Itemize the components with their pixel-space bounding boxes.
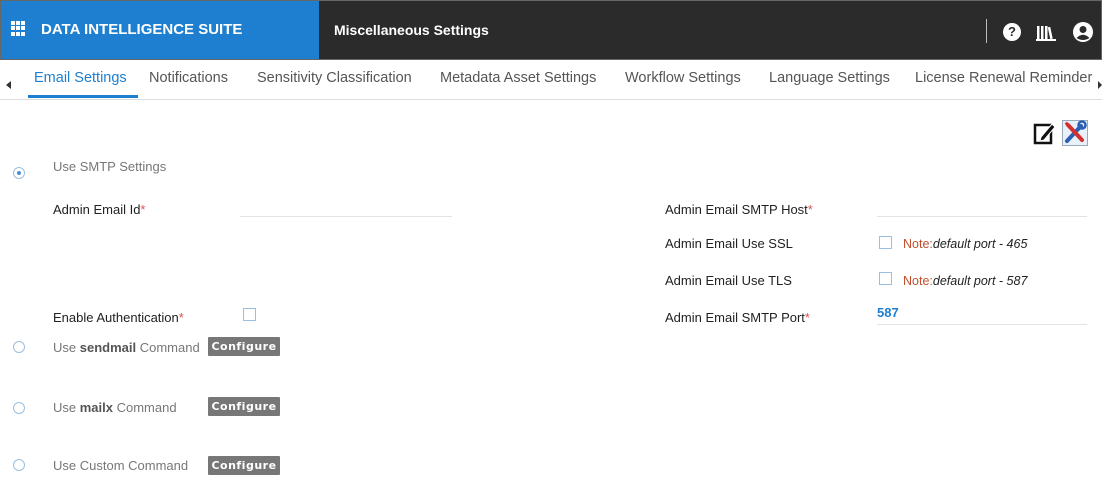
tab-license-renewal-reminder[interactable]: License Renewal Reminder [915,70,1092,86]
smtp-settings-radio[interactable] [13,167,25,179]
app-grid-icon[interactable] [11,21,26,36]
scroll-left-icon[interactable] [6,81,11,89]
use-tls-checkbox[interactable] [879,272,892,285]
tab-notifications[interactable]: Notifications [149,70,228,86]
use-ssl-checkbox[interactable] [879,236,892,249]
mailx-label: Use mailx Command [53,400,177,415]
use-ssl-label: Admin Email Use SSL [665,236,793,251]
smtp-port-input[interactable]: 587 [877,305,899,320]
use-tls-label: Admin Email Use TLS [665,273,792,288]
active-tab-indicator [28,95,138,98]
tls-port-note: Note:default port - 587 [903,274,1028,288]
tab-metadata-asset-settings[interactable]: Metadata Asset Settings [440,70,596,86]
smtp-settings-label: Use SMTP Settings [53,159,167,174]
sendmail-radio[interactable] [13,341,25,353]
enable-authentication-checkbox[interactable] [243,308,256,321]
smtp-host-label: Admin Email SMTP Host* [665,202,813,217]
mailx-configure-button[interactable]: Configure [208,397,280,416]
mailx-radio[interactable] [13,402,25,414]
smtp-host-input[interactable] [877,216,1087,217]
brand-area: DATA INTELLIGENCE SUITE [1,1,319,59]
settings-tabs: Email Settings Notifications Sensitivity… [0,62,1102,100]
page-title: Miscellaneous Settings [334,22,489,38]
brand-title: DATA INTELLIGENCE SUITE [41,21,243,38]
ssl-port-note: Note:default port - 465 [903,237,1028,251]
help-icon[interactable]: ? [1003,23,1021,41]
header-divider [986,19,987,43]
sendmail-configure-button[interactable]: Configure [208,337,280,356]
enable-authentication-label: Enable Authentication* [53,310,184,325]
tab-workflow-settings[interactable]: Workflow Settings [625,70,741,86]
top-bar: DATA INTELLIGENCE SUITE Miscellaneous Se… [0,0,1102,60]
custom-command-label: Use Custom Command [53,458,189,473]
tab-language-settings[interactable]: Language Settings [769,70,890,86]
admin-email-id-input[interactable] [240,216,452,217]
custom-configure-button[interactable]: Configure [208,456,280,475]
smtp-port-underline [877,324,1087,325]
user-profile-icon[interactable] [1073,22,1093,42]
library-icon[interactable] [1036,23,1056,41]
custom-command-radio[interactable] [13,459,25,471]
tab-sensitivity-classification[interactable]: Sensitivity Classification [257,70,412,86]
pencil-edit-icon[interactable] [1033,120,1057,146]
admin-email-id-label: Admin Email Id* [53,202,146,217]
sendmail-label: Use sendmail Command [53,340,200,355]
smtp-port-label: Admin Email SMTP Port* [665,310,810,325]
screwdriver-wrench-icon[interactable] [1062,120,1088,146]
scroll-right-icon[interactable] [1098,81,1102,89]
tab-email-settings[interactable]: Email Settings [34,70,127,86]
